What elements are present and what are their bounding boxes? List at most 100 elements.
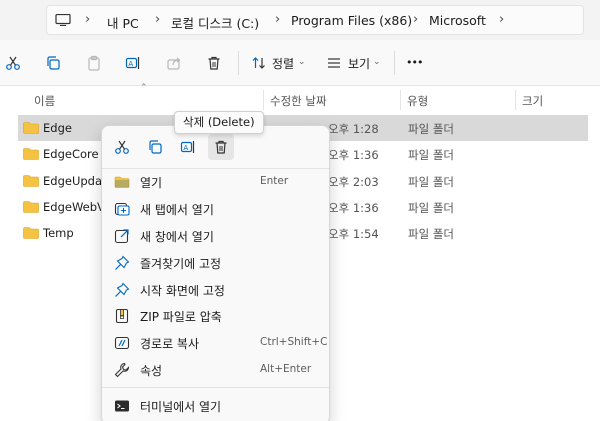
menu-item-label: ZIP 파일로 압축 (140, 310, 222, 324)
column-header-size[interactable]: 크기 (522, 93, 543, 109)
command-bar: A 정렬 ⌄ 보기 ⌄ ••• (0, 40, 600, 86)
column-divider[interactable] (263, 90, 264, 110)
wrench-icon (114, 362, 130, 378)
menu-item-pin-quick-access[interactable]: 즐겨찾기에 고정 (106, 250, 327, 276)
file-type: 파일 폴더 (408, 122, 454, 136)
file-type: 파일 폴더 (408, 175, 454, 189)
sort-up-icon: ⌃ (140, 83, 148, 93)
computer-icon (55, 14, 71, 26)
breadcrumb-item[interactable]: Microsoft (429, 13, 486, 28)
breadcrumb-item[interactable]: 로컬 디스크 (C:) (171, 13, 259, 32)
menu-item-label: 터미널에서 열기 (140, 400, 222, 414)
menu-item-label: 즐겨찾기에 고정 (140, 257, 222, 271)
toolbar-divider (238, 51, 239, 75)
folder-icon (114, 176, 130, 188)
file-date: 오후 2:03 (328, 175, 379, 189)
trash-icon (215, 140, 227, 154)
menu-item-open-new-tab[interactable]: 새 탭에서 열기 (106, 196, 327, 222)
menu-item-open-new-window[interactable]: 새 창에서 열기 (106, 223, 327, 249)
toolbar-divider (394, 51, 395, 75)
copy-button[interactable] (42, 52, 64, 74)
folder-icon (23, 148, 39, 160)
terminal-icon (115, 400, 129, 412)
copy-path-icon (114, 336, 130, 350)
column-header-type[interactable]: 유형 (407, 93, 428, 109)
menu-item-shortcut: Ctrl+Shift+C (260, 336, 328, 348)
rename-button[interactable]: A (122, 52, 144, 74)
menu-copy-button[interactable] (142, 134, 168, 160)
menu-item-open-terminal[interactable]: 터미널에서 열기 (106, 393, 327, 419)
file-type: 파일 폴더 (408, 227, 454, 241)
chevron-down-icon: ⌄ (298, 57, 306, 67)
column-divider[interactable] (400, 90, 401, 110)
address-bar[interactable]: › 내 PC › 로컬 디스크 (C:) › Program Files (x8… (46, 5, 584, 35)
column-header-name[interactable]: 이름 (34, 93, 55, 109)
column-header-date[interactable]: 수정한 날짜 (270, 93, 327, 109)
menu-item-label: 경로로 복사 (140, 337, 200, 351)
breadcrumb-item[interactable]: 내 PC (107, 13, 139, 32)
menu-delete-button[interactable] (208, 134, 234, 160)
copy-icon (149, 140, 162, 154)
chevron-right-icon: › (275, 12, 281, 27)
file-date: 오후 1:54 (328, 227, 379, 241)
file-name: Edge (43, 121, 72, 135)
chevron-right-icon: › (155, 12, 161, 27)
menu-item-compress-zip[interactable]: ZIP 파일로 압축 (106, 303, 327, 329)
menu-divider (102, 387, 329, 388)
folder-icon (23, 227, 39, 239)
menu-item-open[interactable]: 열기 Enter (106, 169, 327, 195)
column-header-row: ⌃ 이름 수정한 날짜 유형 크기 (0, 83, 600, 114)
sort-button-label[interactable]: 정렬 (272, 55, 294, 72)
menu-item-label: 시작 화면에 고정 (140, 284, 225, 298)
chevron-down-icon: ⌄ (373, 57, 381, 67)
view-icon-wrap[interactable] (323, 52, 345, 74)
more-options-button[interactable]: ••• (406, 56, 423, 69)
file-date: 오후 1:28 (328, 122, 379, 136)
delete-button[interactable] (203, 52, 225, 74)
pin-icon (115, 255, 130, 270)
menu-item-label: 새 창에서 열기 (140, 230, 214, 244)
file-type: 파일 폴더 (408, 148, 454, 162)
scissors-icon (115, 140, 129, 154)
scissors-icon (6, 56, 20, 70)
breadcrumb-item[interactable]: Program Files (x86) (291, 13, 412, 28)
sort-icon (252, 57, 265, 69)
menu-item-label: 열기 (140, 176, 163, 190)
pin-icon (115, 282, 130, 297)
menu-cut-button[interactable] (109, 134, 135, 160)
sort-icon-wrap[interactable] (248, 52, 270, 74)
file-date: 오후 1:36 (328, 201, 379, 215)
menu-item-properties[interactable]: 속성 Alt+Enter (106, 357, 327, 383)
rename-icon: A (180, 141, 195, 153)
clipboard-icon (88, 55, 100, 71)
new-tab-icon (114, 202, 130, 216)
menu-item-copy-path[interactable]: 경로로 복사 Ctrl+Shift+C (106, 330, 327, 356)
menu-item-pin-start[interactable]: 시작 화면에 고정 (106, 277, 327, 303)
menu-item-shortcut: Alt+Enter (260, 363, 312, 375)
view-icon (328, 58, 340, 68)
svg-text:A: A (128, 60, 133, 68)
folder-icon (23, 175, 39, 187)
new-window-icon (114, 229, 129, 244)
file-name: EdgeCore (43, 147, 99, 161)
menu-item-label: 새 탭에서 열기 (140, 203, 214, 217)
paste-button[interactable] (83, 52, 105, 74)
chevron-right-icon: › (85, 12, 91, 27)
share-button[interactable] (163, 52, 185, 74)
share-icon (167, 57, 181, 70)
cut-button[interactable] (2, 52, 24, 74)
file-name: Temp (43, 226, 74, 240)
column-divider[interactable] (515, 90, 516, 110)
context-menu: A 열기 Enter 새 탭에서 열기 새 창에서 열기 즐겨찾기에 고정 시작… (101, 125, 330, 421)
delete-tooltip: 삭제 (Delete) (174, 111, 264, 134)
rename-icon: A (125, 57, 140, 69)
svg-text:A: A (183, 144, 188, 152)
file-date: 오후 1:36 (328, 148, 379, 162)
folder-icon (23, 201, 39, 213)
view-button-label[interactable]: 보기 (348, 55, 370, 72)
file-type: 파일 폴더 (408, 201, 454, 215)
chevron-right-icon: › (499, 12, 505, 27)
menu-rename-button[interactable]: A (175, 134, 201, 160)
copy-icon (47, 56, 60, 70)
folder-icon (23, 122, 39, 134)
